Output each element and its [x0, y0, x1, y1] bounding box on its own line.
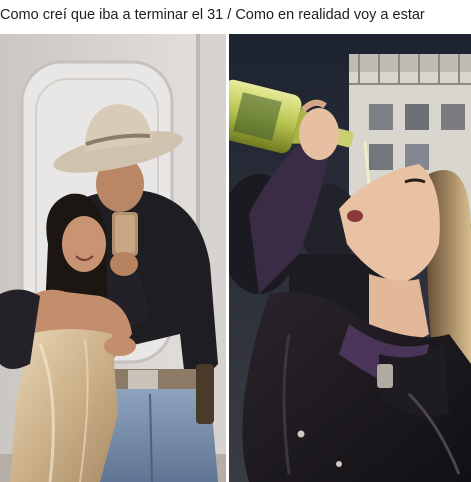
reality-photo [229, 34, 471, 482]
meme-post: Como creí que iba a terminar el 31 / Com… [0, 0, 471, 482]
meme-caption: Como creí que iba a terminar el 31 / Com… [0, 7, 425, 23]
expectation-photo [0, 34, 226, 482]
